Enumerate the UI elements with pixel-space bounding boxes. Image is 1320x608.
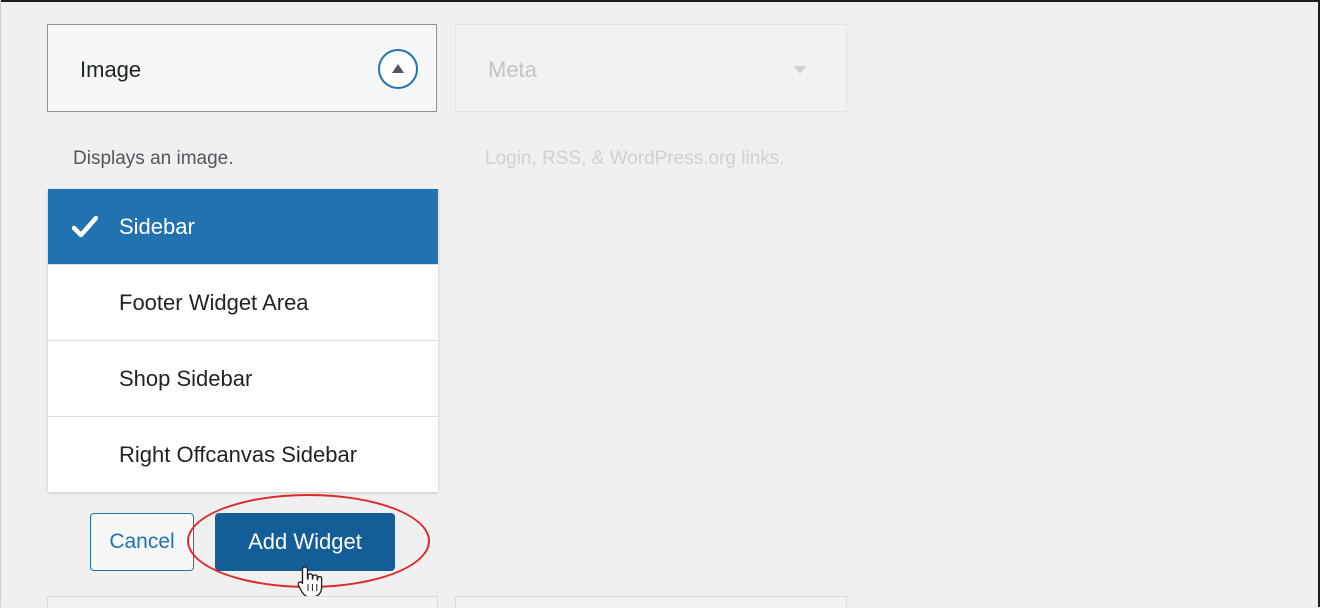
meta-widget-header[interactable]: Meta	[455, 24, 847, 112]
add-widget-button[interactable]: Add Widget	[215, 513, 395, 571]
check-icon	[72, 215, 98, 238]
meta-widget-title: Meta	[488, 57, 537, 82]
widget-toggle-button[interactable]	[378, 49, 418, 89]
triangle-up-icon	[392, 64, 404, 73]
chooser-item-label: Shop Sidebar	[119, 366, 253, 391]
chooser-item-label: Sidebar	[119, 214, 195, 239]
chooser-item-footer-widget-area[interactable]: Footer Widget Area	[48, 265, 438, 341]
chooser-item-label: Right Offcanvas Sidebar	[119, 442, 358, 467]
image-widget-title: Image	[80, 57, 142, 82]
chooser-item-label: Footer Widget Area	[119, 290, 309, 315]
meta-widget-description: Login, RSS, & WordPress.org links.	[485, 148, 785, 169]
next-widget-card-stub	[47, 596, 438, 608]
image-widget-description: Displays an image.	[73, 148, 234, 169]
next-widget-card-stub	[455, 596, 847, 608]
triangle-down-icon	[794, 66, 806, 74]
chooser-item-shop-sidebar[interactable]: Shop Sidebar	[48, 341, 438, 417]
cancel-button[interactable]: Cancel	[90, 513, 194, 571]
chooser-item-sidebar[interactable]: Sidebar	[48, 189, 438, 265]
image-widget-header[interactable]: Image	[47, 24, 437, 112]
chooser-item-right-offcanvas-sidebar[interactable]: Right Offcanvas Sidebar	[48, 417, 438, 492]
sidebar-chooser-list: Sidebar Footer Widget Area Shop Sidebar …	[48, 189, 438, 492]
left-edge-divider	[0, 0, 1, 607]
